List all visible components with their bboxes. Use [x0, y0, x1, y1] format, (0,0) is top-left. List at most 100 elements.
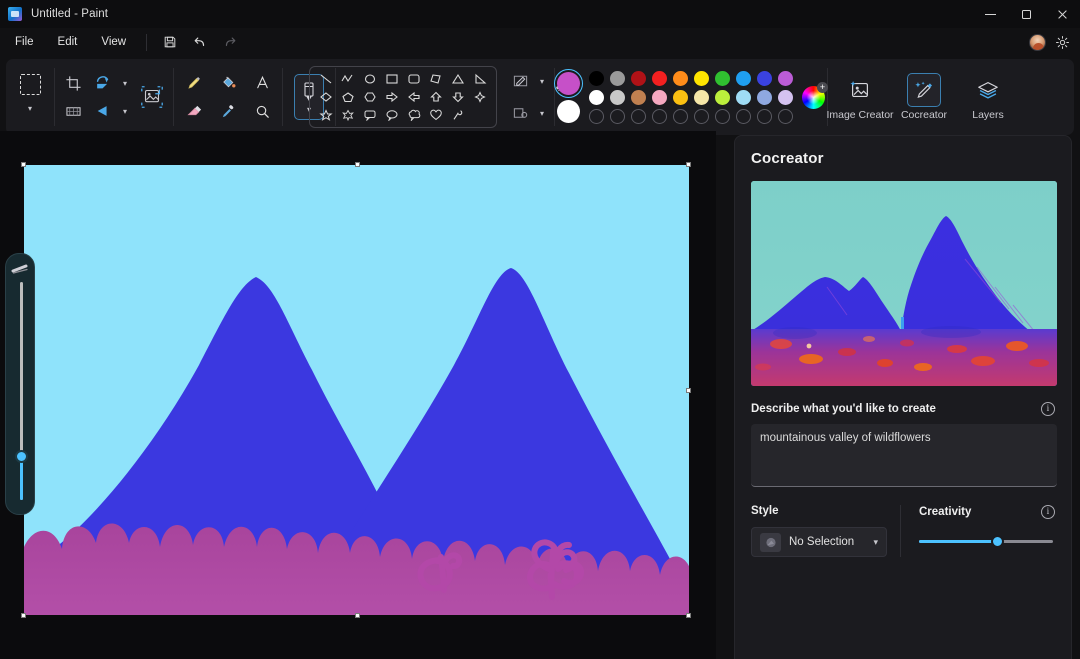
layers-button[interactable]: Layers	[956, 59, 1020, 135]
custom-color-slot-4[interactable]	[673, 109, 688, 124]
shape-rectangle[interactable]	[382, 71, 402, 87]
shape-oval-callout[interactable]	[382, 107, 402, 123]
chevron-down-icon[interactable]: ▾	[873, 537, 878, 548]
shape-oval[interactable]	[360, 71, 380, 87]
shape-up-arrow[interactable]	[426, 89, 446, 105]
menu-edit[interactable]: Edit	[47, 32, 89, 52]
resize-button[interactable]	[58, 98, 88, 124]
eraser-button[interactable]	[179, 99, 209, 125]
color-wheel-icon[interactable]	[802, 86, 825, 109]
shape-lightning[interactable]	[448, 107, 468, 123]
shape-right-triangle[interactable]	[470, 71, 490, 87]
image-creator-button[interactable]: Image Creator	[828, 59, 892, 135]
color-swatch-r2-7[interactable]	[736, 90, 751, 105]
selection-handle-bottom-right[interactable]	[686, 613, 691, 618]
prompt-info-icon[interactable]: i	[1041, 402, 1055, 416]
pencil-button[interactable]	[179, 70, 209, 96]
settings-button[interactable]	[1052, 32, 1072, 52]
color-swatch-r1-7[interactable]	[736, 71, 751, 86]
color-swatch-r1-6[interactable]	[715, 71, 730, 86]
redo-button[interactable]	[216, 31, 244, 53]
shape-line[interactable]	[316, 71, 336, 87]
fill-style-button[interactable]	[505, 100, 535, 126]
shape-diamond[interactable]	[316, 89, 336, 105]
shape-rounded-rectangle[interactable]	[404, 71, 424, 87]
rectangular-selection-button[interactable]: ▾	[10, 74, 50, 120]
color-swatch-r1-9[interactable]	[778, 71, 793, 86]
menu-view[interactable]: View	[90, 32, 137, 52]
creativity-info-icon[interactable]: i	[1041, 505, 1055, 519]
selection-handle-bottom-left[interactable]	[21, 613, 26, 618]
selection-handle-top-center[interactable]	[355, 162, 360, 167]
fill-button[interactable]	[213, 70, 243, 96]
color-picker-button[interactable]	[213, 99, 243, 125]
shape-down-arrow[interactable]	[448, 89, 468, 105]
color-swatch-r2-5[interactable]	[694, 90, 709, 105]
custom-color-slot-5[interactable]	[694, 109, 709, 124]
custom-color-slot-6[interactable]	[715, 109, 730, 124]
creativity-slider-thumb[interactable]	[991, 535, 1004, 548]
custom-color-slot-0[interactable]	[589, 109, 604, 124]
primary-color-swatch[interactable]	[557, 72, 580, 95]
flip-button[interactable]	[88, 98, 118, 124]
selection-handle-top-right[interactable]	[686, 162, 691, 167]
color-swatch-r1-8[interactable]	[757, 71, 772, 86]
color-swatch-r1-0[interactable]	[589, 71, 604, 86]
color-swatch-r1-1[interactable]	[610, 71, 625, 86]
creativity-slider[interactable]	[919, 535, 1053, 549]
custom-color-slot-2[interactable]	[631, 109, 646, 124]
shape-rounded-rect-callout[interactable]	[360, 107, 380, 123]
account-avatar[interactable]	[1029, 34, 1046, 51]
flip-chevron-down-icon[interactable]: ▾	[118, 99, 132, 123]
text-button[interactable]	[247, 70, 277, 96]
shape-cloud-callout[interactable]	[404, 107, 424, 123]
custom-color-slot-3[interactable]	[652, 109, 667, 124]
color-swatch-r2-0[interactable]	[589, 90, 604, 105]
custom-color-slot-8[interactable]	[757, 109, 772, 124]
selection-handle-bottom-center[interactable]	[355, 613, 360, 618]
menu-file[interactable]: File	[4, 32, 45, 52]
shape-curve[interactable]	[338, 71, 358, 87]
cocreator-button[interactable]: Cocreator	[892, 59, 956, 135]
brush-size-thumb[interactable]	[15, 450, 28, 463]
save-button[interactable]	[156, 31, 184, 53]
shape-left-arrow[interactable]	[404, 89, 424, 105]
shape-pentagon[interactable]	[338, 89, 358, 105]
selection-handle-middle-right[interactable]	[686, 388, 691, 393]
chevron-down-icon[interactable]: ▾	[23, 96, 37, 120]
shape-triangle[interactable]	[448, 71, 468, 87]
shape-six-point-star[interactable]	[338, 107, 358, 123]
color-swatch-r2-6[interactable]	[715, 90, 730, 105]
shape-polygon[interactable]	[426, 71, 446, 87]
rotate-button[interactable]	[88, 70, 118, 96]
color-swatch-r1-5[interactable]	[694, 71, 709, 86]
color-swatch-r2-8[interactable]	[757, 90, 772, 105]
color-swatch-r1-3[interactable]	[652, 71, 667, 86]
selection-handle-top-left[interactable]	[21, 162, 26, 167]
brush-size-slider[interactable]	[5, 253, 35, 515]
magnifier-button[interactable]	[247, 99, 277, 125]
custom-color-slot-9[interactable]	[778, 109, 793, 124]
shape-hexagon[interactable]	[360, 89, 380, 105]
custom-color-slot-1[interactable]	[610, 109, 625, 124]
custom-color-slot-7[interactable]	[736, 109, 751, 124]
maximize-button[interactable]	[1008, 0, 1044, 28]
color-swatch-r2-3[interactable]	[652, 90, 667, 105]
secondary-color-swatch[interactable]	[557, 100, 580, 123]
minimize-button[interactable]	[972, 0, 1008, 28]
shape-heart[interactable]	[426, 107, 446, 123]
crop-button[interactable]	[58, 70, 88, 96]
color-swatch-r1-2[interactable]	[631, 71, 646, 86]
rotate-chevron-down-icon[interactable]: ▾	[118, 71, 132, 95]
outline-button[interactable]	[505, 68, 535, 94]
close-button[interactable]	[1044, 0, 1080, 28]
drawing-canvas[interactable]	[24, 165, 689, 615]
color-swatch-r1-4[interactable]	[673, 71, 688, 86]
cocreator-preview-image[interactable]	[751, 181, 1057, 386]
color-swatch-r2-2[interactable]	[631, 90, 646, 105]
color-swatch-r2-9[interactable]	[778, 90, 793, 105]
image-expand-button[interactable]	[134, 80, 170, 114]
shape-right-arrow[interactable]	[382, 89, 402, 105]
shape-five-point-star[interactable]	[316, 107, 336, 123]
prompt-input[interactable]: mountainous valley of wildflowers	[751, 424, 1057, 487]
